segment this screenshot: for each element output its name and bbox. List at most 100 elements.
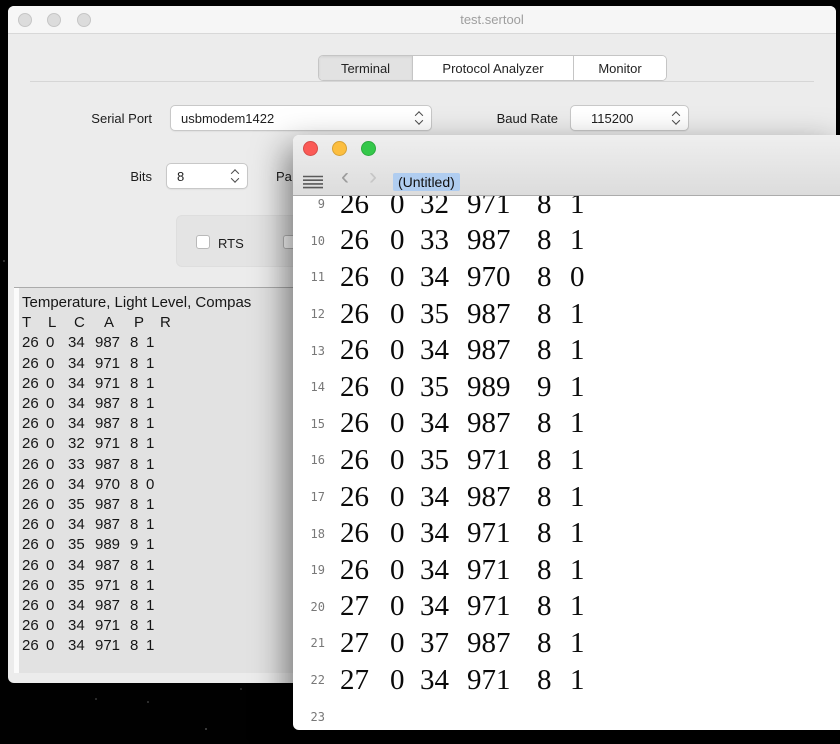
terminal-data-row: 26 0 35 971 8 1 — [22, 576, 155, 594]
popup-stepper-icon — [412, 106, 426, 130]
desktop-speck — [95, 698, 97, 700]
line-number: 16 — [310, 453, 325, 468]
untitled-window-toolbar[interactable]: ‹ › (Untitled) — [293, 135, 840, 196]
popup-stepper-icon — [669, 106, 683, 130]
desktop-speck — [147, 701, 149, 703]
minimize-button-inactive[interactable] — [47, 13, 61, 27]
baud-rate-value: 115200 — [591, 110, 634, 126]
line-values: 26 0 34 987 8 1 — [340, 407, 585, 440]
log-line: 19 26 0 34 971 8 1 — [293, 552, 840, 589]
line-number: 23 — [310, 709, 325, 724]
line-number: 12 — [310, 307, 325, 322]
terminal-data-row: 26 0 34 987 8 1 — [22, 415, 155, 433]
back-chevron-icon[interactable]: ‹ — [341, 165, 349, 189]
log-line: 15 26 0 34 987 8 1 — [293, 406, 840, 443]
log-line: 23 — [293, 698, 840, 730]
log-line: 17 26 0 34 987 8 1 — [293, 479, 840, 516]
terminal-data-row: 26 0 34 987 8 1 — [22, 334, 155, 352]
terminal-column-header: TLCAPR — [22, 314, 171, 332]
line-number: 13 — [310, 343, 325, 358]
terminal-data-row: 26 0 34 987 8 1 — [22, 395, 155, 413]
baud-rate-label: Baud Rate — [496, 111, 558, 126]
line-values: 26 0 34 971 8 1 — [340, 517, 585, 550]
terminal-header-line: Temperature, Light Level, Compas — [22, 294, 252, 311]
line-number: 11 — [310, 270, 325, 285]
zoom-button[interactable] — [361, 141, 376, 156]
desktop: test.sertool Terminal Protocol Analyzer … — [0, 0, 840, 744]
line-number: 19 — [310, 563, 325, 578]
line-values: 27 0 34 971 8 1 — [340, 663, 585, 696]
line-number: 20 — [310, 599, 325, 614]
terminal-data-row: 26 0 34 987 8 1 — [22, 597, 155, 615]
log-line: 16 26 0 35 971 8 1 — [293, 442, 840, 479]
log-line: 10 26 0 33 987 8 1 — [293, 223, 840, 260]
line-number: 17 — [310, 490, 325, 505]
line-number: 9 — [317, 197, 325, 212]
line-number: 10 — [310, 233, 325, 248]
log-line: 20 27 0 34 971 8 1 — [293, 589, 840, 626]
terminal-data-row: 26 0 32 971 8 1 — [22, 435, 155, 453]
log-line: 13 26 0 34 987 8 1 — [293, 332, 840, 369]
terminal-data-row: 26 0 34 971 8 1 — [22, 354, 155, 372]
serial-port-label: Serial Port — [91, 111, 152, 126]
rts-checkbox[interactable] — [196, 235, 210, 249]
close-button[interactable] — [303, 141, 318, 156]
line-number: 15 — [310, 416, 325, 431]
terminal-data-row: 26 0 34 971 8 1 — [22, 637, 155, 655]
baud-rate-popup[interactable]: 115200 — [570, 105, 689, 131]
minimize-button[interactable] — [332, 141, 347, 156]
line-values: 27 0 37 987 8 1 — [340, 626, 585, 659]
popup-stepper-icon — [228, 164, 242, 188]
terminal-data-row: 26 0 33 987 8 1 — [22, 455, 155, 473]
line-number: 18 — [310, 526, 325, 541]
log-line: 14 26 0 35 989 9 1 — [293, 369, 840, 406]
rts-checkbox-label: RTS — [218, 236, 244, 251]
forward-chevron-icon[interactable]: › — [369, 165, 377, 189]
document-title-selected[interactable]: (Untitled) — [393, 173, 460, 191]
desktop-speck — [205, 728, 207, 730]
bits-value: 8 — [177, 168, 185, 184]
tab-terminal[interactable]: Terminal — [319, 56, 413, 80]
line-values: 26 0 34 987 8 1 — [340, 334, 585, 367]
log-line: 22 27 0 34 971 8 1 — [293, 662, 840, 699]
terminal-output-text: Temperature, Light Level, Compas T L C A P R 26… — [22, 293, 251, 657]
line-values: 27 0 34 971 8 1 — [340, 590, 585, 623]
line-values: 26 0 34 970 8 0 — [340, 260, 585, 293]
close-button-inactive[interactable] — [18, 13, 32, 27]
terminal-data-row: 26 0 34 987 8 1 — [22, 516, 155, 534]
log-line: 21 27 0 37 987 8 1 — [293, 625, 840, 662]
tab-content-divider — [30, 81, 814, 82]
line-values: 26 0 35 987 8 1 — [340, 297, 585, 330]
desktop-speck — [3, 260, 5, 262]
log-line: 12 26 0 35 987 8 1 — [293, 296, 840, 333]
line-number: 22 — [310, 673, 325, 688]
line-number: 21 — [310, 636, 325, 651]
terminal-data-row: 26 0 34 987 8 1 — [22, 556, 155, 574]
terminal-data-row: 26 0 34 970 8 0 — [22, 475, 155, 493]
line-values: 26 0 34 987 8 1 — [340, 480, 585, 513]
tab-bar: Terminal Protocol Analyzer Monitor — [318, 55, 667, 81]
tab-protocol-analyzer[interactable]: Protocol Analyzer — [413, 56, 574, 80]
line-values: 26 0 35 971 8 1 — [340, 443, 585, 476]
terminal-output-left-strip — [14, 288, 19, 673]
untitled-window: 9 26 0 32 971 8 1 10 26 0 33 987 8 1 11 26 0 34 970 8 0 12 26 0… — [293, 135, 840, 730]
line-values: 26 0 35 989 9 1 — [340, 370, 585, 403]
bits-label: Bits — [130, 169, 152, 184]
serial-port-value: usbmodem1422 — [181, 110, 275, 126]
terminal-data-row: 26 0 34 971 8 1 — [22, 617, 155, 635]
line-number: 14 — [310, 380, 325, 395]
window-title: test.sertool — [460, 12, 524, 27]
desktop-speck — [240, 688, 242, 690]
terminal-data-row: 26 0 35 987 8 1 — [22, 496, 155, 514]
tab-monitor[interactable]: Monitor — [574, 56, 666, 80]
log-lines: 9 26 0 32 971 8 1 10 26 0 33 987 8 1 11 26 0 34 970 8 0 12 26 0… — [293, 186, 840, 730]
main-window-titlebar[interactable]: test.sertool — [8, 6, 836, 34]
log-line: 18 26 0 34 971 8 1 — [293, 515, 840, 552]
serial-port-popup[interactable]: usbmodem1422 — [170, 105, 432, 131]
bits-popup[interactable]: 8 — [166, 163, 248, 189]
line-values: 26 0 33 987 8 1 — [340, 224, 585, 257]
terminal-data-row: 26 0 35 989 9 1 — [22, 536, 155, 554]
terminal-data-row: 26 0 34 971 8 1 — [22, 374, 155, 392]
hamburger-menu-icon[interactable] — [303, 175, 323, 189]
line-values: 26 0 34 971 8 1 — [340, 553, 585, 586]
